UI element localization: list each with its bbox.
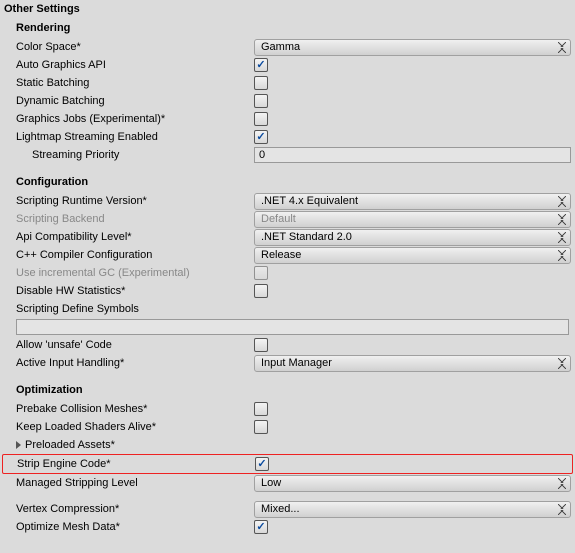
select-vertex-compression[interactable]: Mixed... <box>254 501 571 518</box>
checkbox-prebake-collision[interactable] <box>254 402 268 416</box>
subsection-optimization: Optimization <box>0 380 575 400</box>
row-define-symbols-label: Scripting Define Symbols <box>0 300 575 318</box>
row-prebake-collision: Prebake Collision Meshes* <box>0 400 575 418</box>
row-scripting-runtime: Scripting Runtime Version* .NET 4.x Equi… <box>0 192 575 210</box>
checkbox-lightmap-streaming[interactable] <box>254 130 268 144</box>
subsection-rendering: Rendering <box>0 18 575 38</box>
checkbox-incremental-gc <box>254 266 268 280</box>
checkbox-auto-graphics[interactable] <box>254 58 268 72</box>
row-scripting-backend: Scripting Backend Default <box>0 210 575 228</box>
checkbox-static-batching[interactable] <box>254 76 268 90</box>
select-color-space[interactable]: Gamma <box>254 39 571 56</box>
label-strip-engine: Strip Engine Code* <box>17 458 255 470</box>
row-optimize-mesh: Optimize Mesh Data* <box>0 518 575 536</box>
row-dynamic-batching: Dynamic Batching <box>0 92 575 110</box>
label-cpp-compiler: C++ Compiler Configuration <box>16 249 254 261</box>
input-define-symbols[interactable] <box>16 319 569 335</box>
select-api-compat[interactable]: .NET Standard 2.0 <box>254 229 571 246</box>
label-graphics-jobs: Graphics Jobs (Experimental)* <box>16 113 254 125</box>
label-streaming-priority: Streaming Priority <box>32 149 254 161</box>
row-preloaded-assets[interactable]: Preloaded Assets* <box>0 436 575 454</box>
label-prebake-collision: Prebake Collision Meshes* <box>16 403 254 415</box>
checkbox-dynamic-batching[interactable] <box>254 94 268 108</box>
foldout-arrow-icon <box>16 441 21 449</box>
label-vertex-compression: Vertex Compression* <box>16 503 254 515</box>
label-keep-shaders: Keep Loaded Shaders Alive* <box>16 421 254 433</box>
row-disable-hw: Disable HW Statistics* <box>0 282 575 300</box>
row-streaming-priority: Streaming Priority <box>0 146 575 164</box>
label-auto-graphics: Auto Graphics API <box>16 59 254 71</box>
row-incremental-gc: Use incremental GC (Experimental) <box>0 264 575 282</box>
row-color-space: Color Space* Gamma <box>0 38 575 56</box>
select-scripting-backend: Default <box>254 211 571 228</box>
label-color-space: Color Space* <box>16 41 254 53</box>
label-api-compat: Api Compatibility Level* <box>16 231 254 243</box>
row-auto-graphics: Auto Graphics API <box>0 56 575 74</box>
label-active-input: Active Input Handling* <box>16 357 254 369</box>
select-managed-stripping[interactable]: Low <box>254 475 571 492</box>
checkbox-strip-engine[interactable] <box>255 457 269 471</box>
row-graphics-jobs: Graphics Jobs (Experimental)* <box>0 110 575 128</box>
row-strip-engine: Strip Engine Code* <box>2 454 573 474</box>
label-lightmap-streaming: Lightmap Streaming Enabled <box>16 131 254 143</box>
row-api-compat: Api Compatibility Level* .NET Standard 2… <box>0 228 575 246</box>
row-keep-shaders: Keep Loaded Shaders Alive* <box>0 418 575 436</box>
row-vertex-compression: Vertex Compression* Mixed... <box>0 500 575 518</box>
select-cpp-compiler[interactable]: Release <box>254 247 571 264</box>
checkbox-graphics-jobs[interactable] <box>254 112 268 126</box>
select-active-input[interactable]: Input Manager <box>254 355 571 372</box>
label-scripting-backend: Scripting Backend <box>16 213 254 225</box>
label-optimize-mesh: Optimize Mesh Data* <box>16 521 254 533</box>
label-allow-unsafe: Allow 'unsafe' Code <box>16 339 254 351</box>
label-incremental-gc: Use incremental GC (Experimental) <box>16 267 254 279</box>
label-preloaded-assets: Preloaded Assets* <box>25 439 115 451</box>
label-static-batching: Static Batching <box>16 77 254 89</box>
label-define-symbols: Scripting Define Symbols <box>16 303 254 315</box>
row-active-input: Active Input Handling* Input Manager <box>0 354 575 372</box>
label-scripting-runtime: Scripting Runtime Version* <box>16 195 254 207</box>
label-disable-hw: Disable HW Statistics* <box>16 285 254 297</box>
row-lightmap-streaming: Lightmap Streaming Enabled <box>0 128 575 146</box>
row-managed-stripping: Managed Stripping Level Low <box>0 474 575 492</box>
select-scripting-runtime[interactable]: .NET 4.x Equivalent <box>254 193 571 210</box>
row-define-symbols-field <box>0 318 575 336</box>
subsection-configuration: Configuration <box>0 172 575 192</box>
row-cpp-compiler: C++ Compiler Configuration Release <box>0 246 575 264</box>
checkbox-disable-hw[interactable] <box>254 284 268 298</box>
row-static-batching: Static Batching <box>0 74 575 92</box>
label-dynamic-batching: Dynamic Batching <box>16 95 254 107</box>
checkbox-keep-shaders[interactable] <box>254 420 268 434</box>
label-managed-stripping: Managed Stripping Level <box>16 477 254 489</box>
row-allow-unsafe: Allow 'unsafe' Code <box>0 336 575 354</box>
checkbox-optimize-mesh[interactable] <box>254 520 268 534</box>
checkbox-allow-unsafe[interactable] <box>254 338 268 352</box>
section-other-settings: Other Settings <box>0 0 575 18</box>
input-streaming-priority[interactable] <box>254 147 571 163</box>
